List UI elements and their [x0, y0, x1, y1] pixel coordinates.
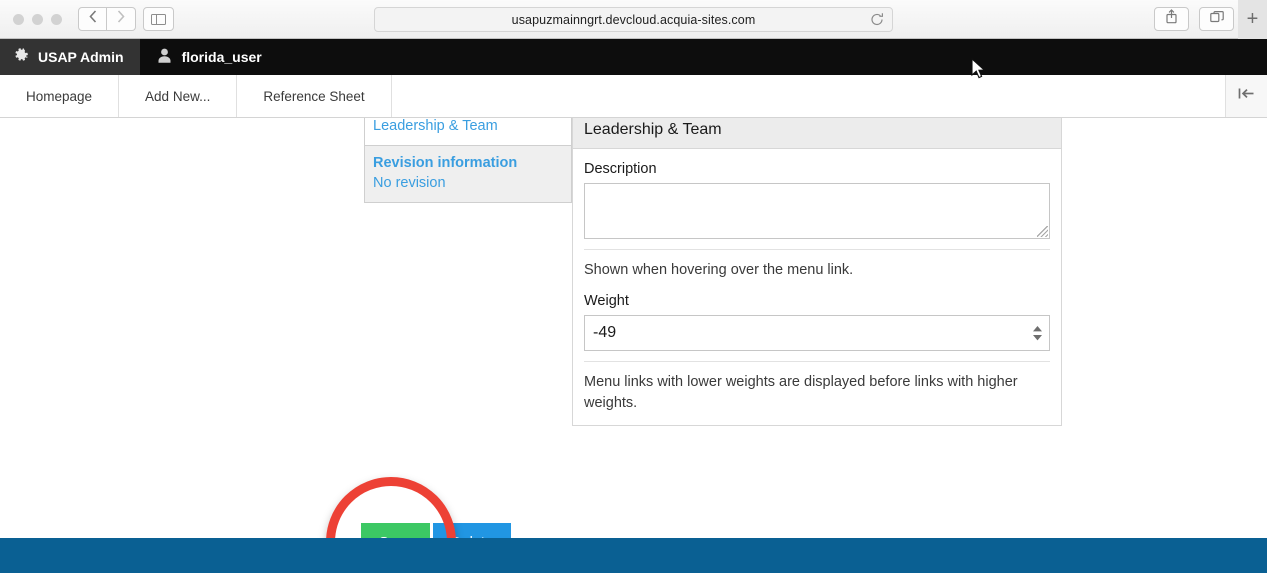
description-help-text: Shown when hovering over the menu link. [584, 262, 854, 278]
collapse-panel-icon [1237, 87, 1256, 105]
reload-button[interactable] [869, 12, 884, 27]
form-heading: Leadership & Team [573, 118, 1061, 149]
back-button[interactable] [78, 7, 107, 31]
vertical-tab-summary: No revision [373, 175, 446, 191]
site-footer-bar [0, 538, 1267, 573]
description-field-row: Description Shown when hovering over the… [573, 149, 1061, 281]
menu-item-label: Add New... [145, 88, 211, 104]
share-button[interactable] [1154, 7, 1189, 31]
menu-item-homepage[interactable]: Homepage [0, 75, 120, 117]
chevron-left-icon [88, 10, 97, 28]
description-textarea-wrapper [584, 183, 1050, 239]
menu-item-label: Homepage [26, 88, 93, 104]
admin-user-tab[interactable]: florida_user [140, 39, 278, 75]
description-textarea[interactable] [584, 183, 1050, 239]
browser-chrome: usapuzmainngrt.devcloud.acquia-sites.com… [0, 0, 1267, 39]
close-window-button[interactable] [13, 14, 24, 25]
vertical-tab-revision-information[interactable]: Revision information No revision [365, 146, 571, 202]
vertical-tab-leadership-team[interactable]: Leadership & Team [365, 118, 571, 146]
new-tab-button[interactable]: + [1238, 0, 1267, 39]
share-icon [1165, 9, 1178, 29]
window-traffic-lights [13, 14, 62, 25]
admin-user-label: florida_user [181, 49, 262, 65]
menu-item-label: Reference Sheet [263, 88, 365, 104]
forward-button[interactable] [107, 7, 136, 31]
vertical-tab-title: Revision information [373, 155, 518, 171]
address-bar[interactable]: usapuzmainngrt.devcloud.acquia-sites.com [374, 7, 893, 32]
show-tabs-icon [1209, 10, 1224, 29]
show-tabs-button[interactable] [1199, 7, 1234, 31]
menu-item-add-new[interactable]: Add New... [119, 75, 238, 117]
weight-label: Weight [584, 293, 629, 309]
maximize-window-button[interactable] [51, 14, 62, 25]
chevron-right-icon [117, 10, 125, 28]
delete-button[interactable]: Delete [433, 523, 511, 538]
weight-input[interactable] [585, 316, 1049, 350]
navigation-buttons [78, 7, 136, 31]
vertical-tab-title: Leadership & Team [373, 118, 498, 134]
weight-input-wrapper [584, 315, 1050, 351]
gear-icon [13, 47, 29, 67]
spinner-arrows-icon[interactable] [1032, 322, 1043, 344]
save-button[interactable]: Save [361, 523, 431, 538]
reload-icon [870, 13, 883, 26]
admin-home-label: USAP Admin [38, 49, 124, 65]
vertical-tabs: Leadership & Team Revision information N… [364, 118, 572, 203]
menu-collapse-button[interactable] [1226, 75, 1267, 117]
sidebar-toggle-button[interactable] [143, 7, 174, 31]
url-text: usapuzmainngrt.devcloud.acquia-sites.com [511, 12, 756, 27]
user-avatar-icon [156, 47, 173, 67]
menu-item-reference-sheet[interactable]: Reference Sheet [237, 75, 392, 117]
sidebar-toggle-icon [151, 13, 166, 25]
admin-toolbar: USAP Admin florida_user [0, 39, 1267, 75]
admin-home-tab[interactable]: USAP Admin [0, 39, 140, 75]
secondary-menu-bar: Homepage Add New... Reference Sheet [0, 75, 1267, 118]
description-label: Description [584, 161, 657, 177]
form-actions: Save Delete [361, 523, 511, 538]
new-tab-label: + [1246, 8, 1259, 30]
menu-bar-spacer [392, 75, 1226, 117]
weight-help-text: Menu links with lower weights are displa… [584, 374, 1018, 411]
weight-field-row: Weight Menu links with lower weights are… [573, 281, 1061, 425]
minimize-window-button[interactable] [32, 14, 43, 25]
form-panel: Leadership & Team Description Shown when… [572, 118, 1062, 426]
page-body: Leadership & Team Revision information N… [0, 118, 1267, 538]
